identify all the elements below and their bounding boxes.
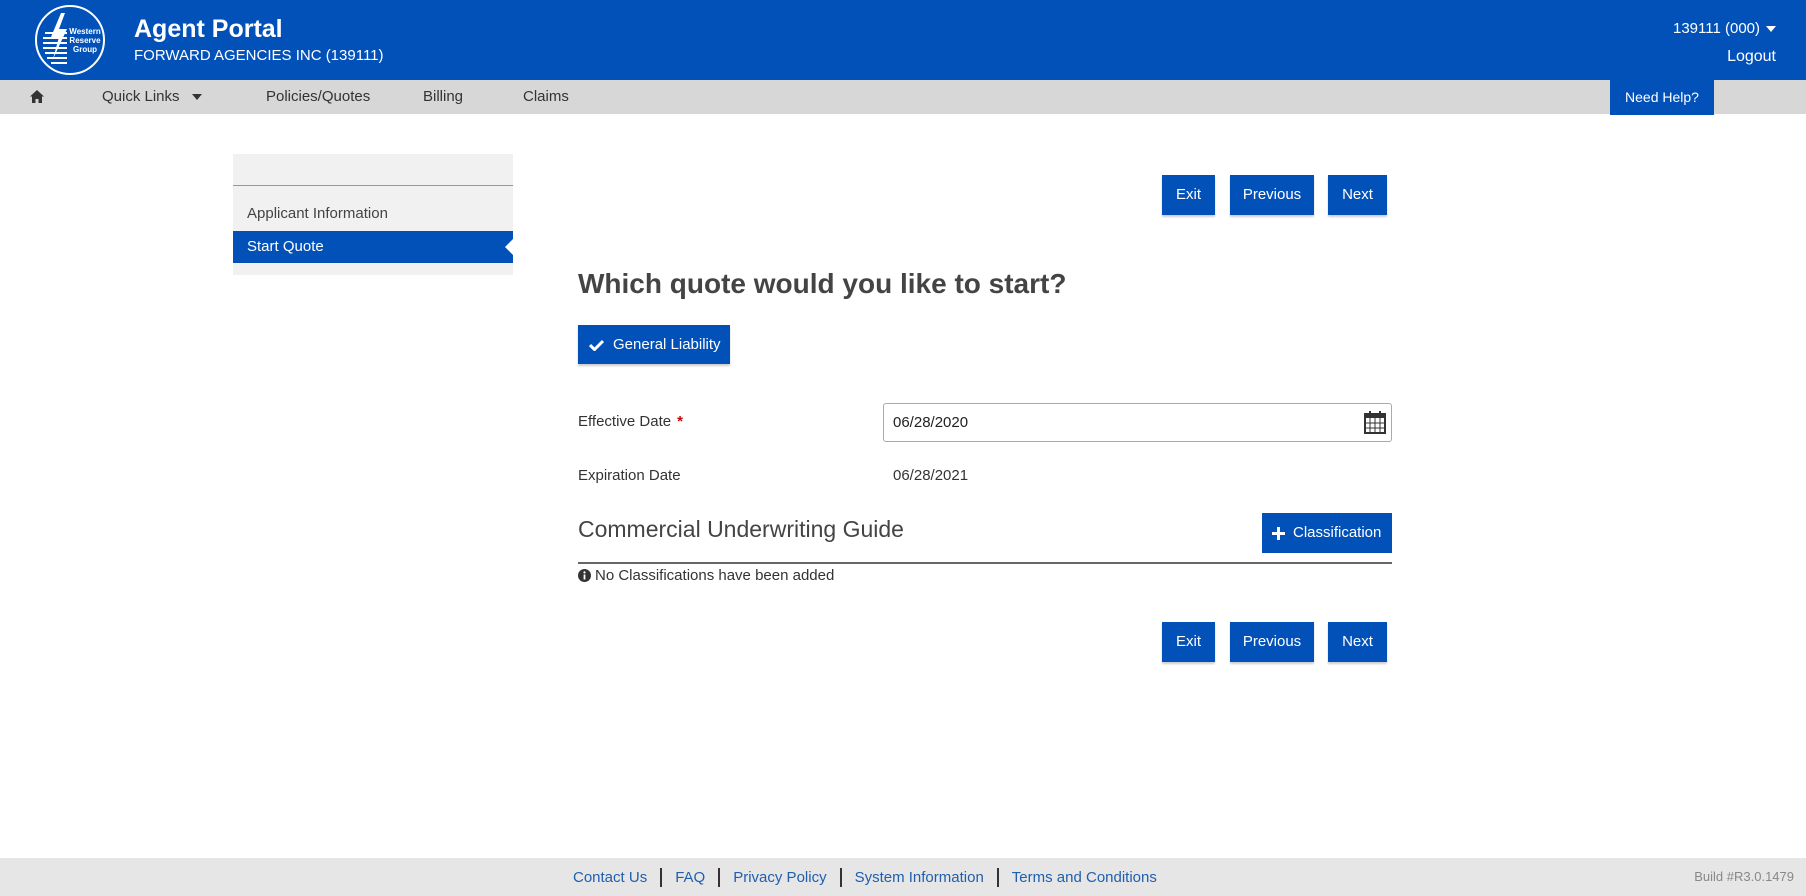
account-label: 139111 (000) (1672, 20, 1760, 37)
nav-quick-links[interactable]: Quick Links (102, 80, 202, 114)
sidebar-item-label: Start Quote (247, 238, 324, 255)
expiration-date-label: Expiration Date (578, 467, 681, 484)
main-nav: Quick Links Policies/Quotes Billing Clai… (0, 80, 1806, 114)
chevron-down-icon (191, 94, 202, 101)
footer-separator (660, 868, 663, 887)
nav-quick-links-label: Quick Links (102, 88, 180, 105)
effective-date-input[interactable] (893, 414, 1333, 431)
previous-button[interactable]: Previous (1230, 175, 1314, 215)
effective-date-label-text: Effective Date (578, 413, 672, 430)
add-classification-button[interactable]: Classification (1262, 513, 1392, 553)
logo-text: Western Reserve Group (69, 27, 101, 54)
footer-link-privacy-policy[interactable]: Privacy Policy (733, 869, 826, 886)
sidebar-header (233, 154, 513, 186)
add-classification-label: Classification (1293, 524, 1382, 541)
next-button-bottom[interactable]: Next (1328, 622, 1387, 662)
need-help-button[interactable]: Need Help? (1610, 80, 1714, 115)
app-title: Agent Portal (134, 15, 283, 43)
footer-link-contact-us[interactable]: Contact Us (573, 869, 647, 886)
nav-claims[interactable]: Claims (523, 80, 569, 114)
home-icon[interactable] (29, 89, 45, 109)
effective-date-label: Effective Date * (578, 413, 683, 430)
footer-link-faq[interactable]: FAQ (675, 869, 705, 886)
next-button[interactable]: Next (1328, 175, 1387, 215)
page-title: Which quote would you like to start? (578, 268, 1067, 299)
build-number: Build #R3.0.1479 (1694, 869, 1794, 884)
exit-button-bottom[interactable]: Exit (1162, 622, 1215, 662)
plus-icon (1272, 527, 1285, 540)
logout-link[interactable]: Logout (1727, 48, 1776, 66)
active-indicator (505, 239, 513, 255)
general-liability-toggle[interactable]: General Liability (578, 325, 730, 364)
empty-classifications-text: No Classifications have been added (595, 566, 835, 584)
previous-button-bottom[interactable]: Previous (1230, 622, 1314, 662)
chevron-down-icon (1766, 25, 1776, 32)
exit-button[interactable]: Exit (1162, 175, 1215, 215)
footer-link-terms[interactable]: Terms and Conditions (1012, 869, 1157, 886)
footer-links: Contact Us FAQ Privacy Policy System Inf… (573, 868, 1157, 887)
app-header: Western Reserve Group Agent Portal FORWA… (0, 0, 1806, 80)
agency-name: FORWARD AGENCIES INC (139111) (134, 47, 384, 64)
page-footer: Contact Us FAQ Privacy Policy System Inf… (0, 858, 1806, 896)
footer-link-system-information[interactable]: System Information (855, 869, 984, 886)
check-icon (589, 339, 604, 351)
wizard-sidebar: Applicant Information Start Quote (233, 154, 513, 275)
account-dropdown[interactable]: 139111 (000) (1673, 20, 1776, 37)
footer-separator (996, 868, 999, 887)
nav-billing[interactable]: Billing (423, 80, 463, 114)
empty-classifications-message: No Classifications have been added (578, 566, 834, 584)
general-liability-label: General Liability (613, 336, 721, 353)
footer-separator (839, 868, 842, 887)
footer-separator (718, 868, 721, 887)
expiration-date-value: 06/28/2021 (893, 467, 969, 484)
sidebar-item-label: Applicant Information (247, 205, 388, 222)
company-logo[interactable]: Western Reserve Group (35, 5, 105, 75)
section-title: Commercial Underwriting Guide (578, 516, 904, 542)
calendar-icon[interactable] (1364, 411, 1386, 439)
nav-policies-quotes[interactable]: Policies/Quotes (266, 80, 370, 114)
required-marker: * (677, 413, 683, 430)
sidebar-item-applicant-information[interactable]: Applicant Information (233, 198, 513, 230)
section-divider (578, 562, 1392, 564)
sidebar-item-start-quote[interactable]: Start Quote (233, 231, 513, 263)
effective-date-field[interactable] (883, 403, 1392, 442)
info-icon (578, 568, 591, 582)
